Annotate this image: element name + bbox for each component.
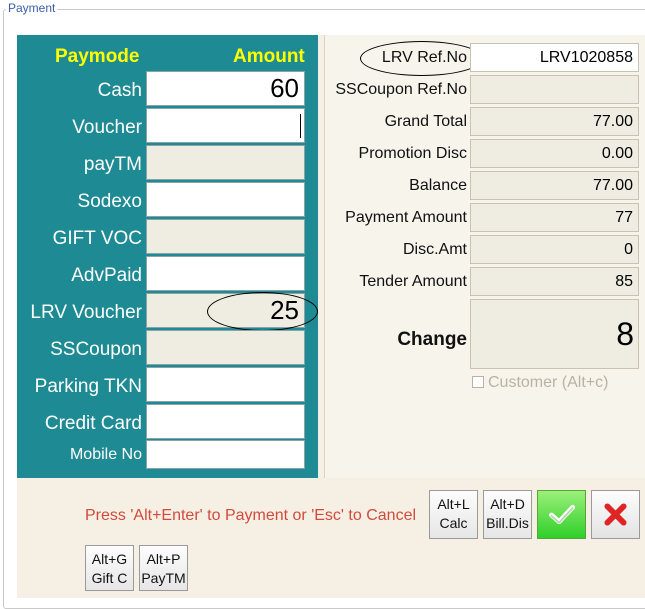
lrv-ref-highlight-oval — [360, 41, 483, 76]
bill-dis-button[interactable]: Alt+D Bill.Dis — [483, 490, 532, 539]
payment-amount-label: Payment Amount — [345, 209, 467, 226]
change-value: 8 — [470, 299, 639, 369]
paytm-button[interactable]: Alt+P PayTM — [139, 545, 188, 591]
sscoupon-ref-input — [470, 75, 639, 104]
paymode-label-parking-tkn: Parking TKN — [34, 376, 142, 397]
paymode-label-advpaid: AdvPaid — [71, 265, 142, 286]
gift-c-button[interactable]: Alt+G Gift C — [85, 545, 134, 591]
voucher-amount-input[interactable] — [146, 108, 305, 143]
paymode-label-cash: Cash — [97, 80, 142, 101]
paymode-label-voucher: Voucher — [72, 117, 142, 138]
sscoupon-ref-label: SSCoupon Ref.No — [335, 81, 467, 98]
gift-voc-amount-input — [146, 219, 305, 254]
paymode-label-sscoupon: SSCoupon — [50, 339, 142, 360]
promotion-disc-label: Promotion Disc — [358, 145, 467, 162]
parking-tkn-amount-input[interactable] — [146, 367, 305, 402]
bill-dis-button-shortcut: Alt+D — [490, 496, 525, 512]
paymode-label-sodexo: Sodexo — [77, 191, 142, 212]
balance-label: Balance — [409, 177, 467, 194]
tender-amount-label: Tender Amount — [359, 273, 467, 290]
sscoupon-amount-input — [146, 330, 305, 365]
payment-amount-value: 77 — [470, 203, 639, 232]
confirm-payment-button[interactable] — [537, 490, 586, 539]
gift-c-button-label: Gift C — [91, 570, 128, 586]
paytm-button-label: PayTM — [141, 570, 186, 586]
gift-c-button-shortcut: Alt+G — [91, 551, 128, 567]
paytm-amount-input — [146, 145, 305, 180]
lrv-voucher-highlight-oval — [207, 292, 318, 331]
sodexo-amount-input[interactable] — [146, 182, 305, 217]
paytm-button-shortcut: Alt+P — [146, 551, 181, 567]
checkbox-box — [472, 376, 484, 388]
grand-total-label: Grand Total — [384, 113, 467, 130]
paymode-header: Paymode — [55, 46, 140, 67]
cash-amount-input[interactable]: 60 — [146, 71, 305, 106]
paymode-label-lrv-voucher: LRV Voucher — [30, 302, 142, 323]
lrv-ref-input[interactable]: LRV1020858 — [470, 43, 639, 72]
text-caret — [300, 114, 301, 138]
customer-checkbox[interactable]: Customer (Alt+c) — [472, 374, 608, 392]
close-icon — [604, 503, 627, 526]
calc-button-shortcut: Alt+L — [437, 496, 470, 512]
advpaid-amount-input[interactable] — [146, 256, 305, 291]
disc-amt-value: 0 — [470, 235, 639, 264]
customer-checkbox-label: Customer (Alt+c) — [488, 374, 609, 391]
amount-header: Amount — [233, 46, 305, 67]
tender-amount-value: 85 — [470, 267, 639, 296]
paymode-label-paytm: payTM — [83, 154, 142, 175]
paymode-label-mobile-no: Mobile No — [69, 446, 142, 463]
disc-amt-label: Disc.Amt — [403, 241, 467, 258]
grand-total-value: 77.00 — [470, 107, 639, 136]
payment-group-title: Payment — [6, 1, 58, 15]
paymode-label-credit-card: Credit Card — [44, 413, 142, 434]
mobile-no-input[interactable] — [146, 440, 305, 469]
calc-button[interactable]: Alt+L Calc — [429, 490, 478, 539]
checkmark-icon — [549, 504, 575, 525]
promotion-disc-value: 0.00 — [470, 139, 639, 168]
change-label: Change — [397, 329, 467, 350]
balance-value: 77.00 — [470, 171, 639, 200]
paymode-label-gift-voc: GIFT VOC — [52, 228, 142, 249]
cancel-payment-button[interactable] — [591, 490, 640, 539]
credit-card-amount-input[interactable] — [146, 404, 305, 439]
calc-button-label: Calc — [439, 515, 468, 531]
bill-dis-button-label: Bill.Dis — [486, 515, 529, 531]
keyboard-hint: Press 'Alt+Enter' to Payment or 'Esc' to… — [85, 507, 417, 524]
